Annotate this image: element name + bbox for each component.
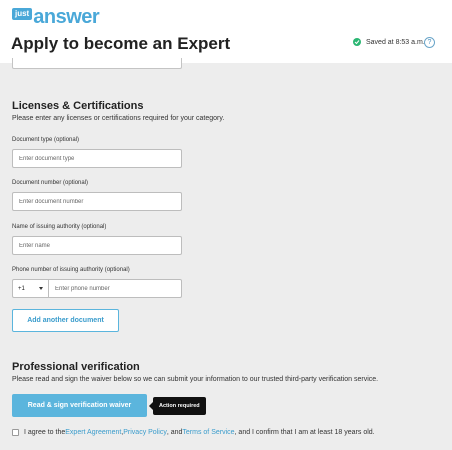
- agree-prefix: I agree to the: [24, 429, 66, 436]
- add-document-button[interactable]: Add another document: [12, 309, 119, 332]
- licenses-subtitle: Please enter any licenses or certificati…: [12, 115, 225, 122]
- check-circle-icon: [353, 38, 361, 46]
- previous-field[interactable]: [12, 58, 182, 69]
- issuing-authority-input[interactable]: [12, 236, 182, 255]
- verification-title: Professional verification: [12, 361, 140, 373]
- header: just answer Apply to become an Expert Sa…: [0, 0, 452, 63]
- logo-answer: answer: [33, 6, 100, 28]
- caret-down-icon: [39, 287, 43, 290]
- logo-just: just: [12, 8, 33, 20]
- agreement-row: I agree to the Expert Agreement , Privac…: [12, 429, 375, 436]
- phone-input[interactable]: [49, 280, 181, 297]
- document-type-input[interactable]: [12, 149, 182, 168]
- help-icon[interactable]: ?: [424, 37, 435, 48]
- country-code-select[interactable]: +1: [13, 280, 49, 297]
- document-number-label: Document number (optional): [12, 180, 89, 186]
- agree-suffix: , and I confirm that I am at least 18 ye…: [234, 429, 375, 436]
- saved-text: Saved at 8:53 a.m.: [366, 38, 425, 46]
- agree-and: , and: [166, 429, 183, 436]
- country-code-value: +1: [18, 285, 25, 292]
- licenses-title: Licenses & Certifications: [12, 100, 144, 112]
- phone-field: +1: [12, 279, 182, 298]
- sign-waiver-button[interactable]: Read & sign verification waiver: [12, 394, 147, 417]
- action-required-badge: Action required: [149, 397, 206, 415]
- justanswer-logo[interactable]: just answer: [12, 6, 100, 28]
- saved-status: Saved at 8:53 a.m.: [353, 38, 425, 46]
- issuing-authority-label: Name of issuing authority (optional): [12, 224, 107, 230]
- page-title: Apply to become an Expert: [11, 34, 231, 53]
- expert-agreement-link[interactable]: Expert Agreement: [65, 429, 121, 436]
- document-type-label: Document type (optional): [12, 137, 80, 143]
- document-number-input[interactable]: [12, 192, 182, 211]
- privacy-policy-link[interactable]: Privacy Policy: [123, 429, 167, 436]
- verification-subtitle: Please read and sign the waiver below so…: [12, 376, 379, 383]
- terms-of-service-link[interactable]: Terms of Service: [182, 429, 234, 436]
- phone-label: Phone number of issuing authority (optio…: [12, 267, 130, 273]
- agree-checkbox[interactable]: [12, 429, 19, 436]
